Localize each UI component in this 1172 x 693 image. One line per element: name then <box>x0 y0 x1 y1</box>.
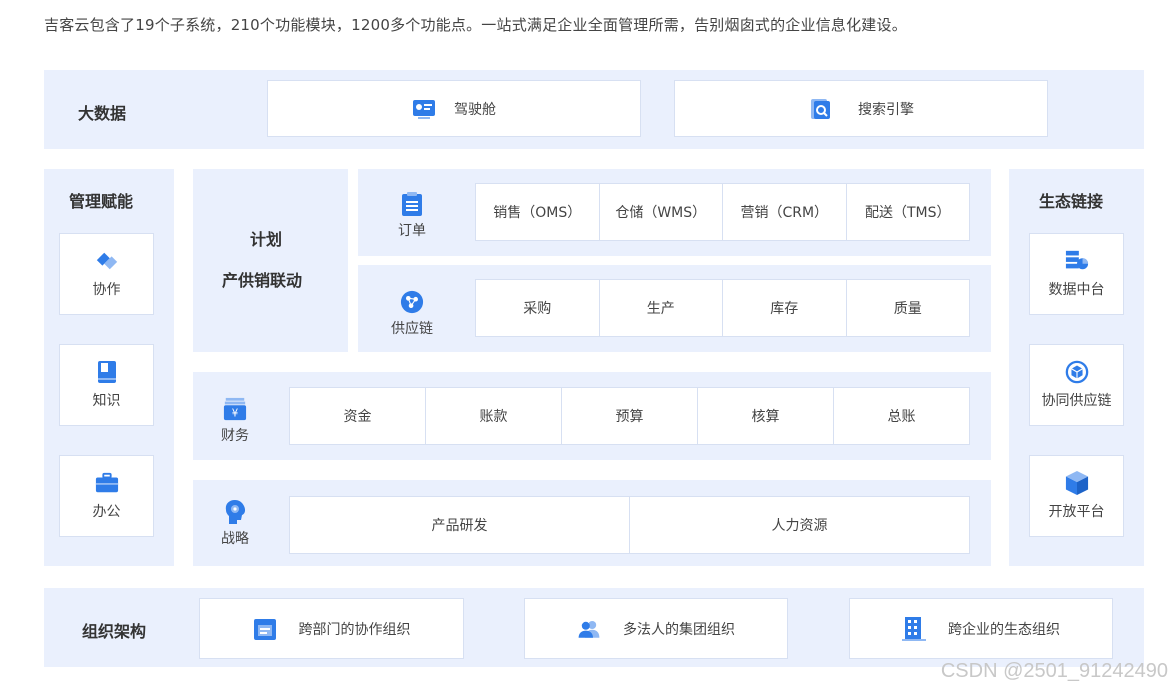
multi-entity-box[interactable]: 多法人的集团组织 <box>524 598 788 659</box>
office-item[interactable]: 办公 <box>59 455 154 537</box>
order-cells: 销售（OMS） 仓储（WMS） 营销（CRM） 配送（TMS） <box>475 183 970 241</box>
mgmt-title: 管理赋能 <box>69 192 134 211</box>
dashboard-icon <box>412 97 436 121</box>
cell-tms[interactable]: 配送（TMS） <box>847 184 970 240</box>
collaboration-icon <box>95 249 119 273</box>
users-icon <box>577 617 601 641</box>
cell-accounts[interactable]: 账款 <box>426 388 562 444</box>
finance-category: ¥ 财务 <box>215 397 255 445</box>
network-icon <box>400 290 424 314</box>
cell-budget[interactable]: 预算 <box>562 388 698 444</box>
big-data-title: 大数据 <box>78 104 127 123</box>
cosupply-label: 协同供应链 <box>1041 393 1112 409</box>
supply-category: 供应链 <box>387 290 437 338</box>
data-center-label: 数据中台 <box>1048 282 1105 298</box>
plan-panel <box>193 169 348 352</box>
cell-hr[interactable]: 人力资源 <box>630 497 969 553</box>
finance-label: 财务 <box>221 428 249 444</box>
search-engine-box[interactable]: 搜索引擎 <box>674 80 1048 137</box>
data-center-icon <box>1065 249 1089 273</box>
multi-entity-label: 多法人的集团组织 <box>623 621 735 638</box>
calendar-icon <box>253 617 277 641</box>
supply-cells: 采购 生产 库存 质量 <box>475 279 970 337</box>
strategy-label: 战略 <box>221 531 249 547</box>
cell-inventory[interactable]: 库存 <box>723 280 847 336</box>
cell-funds[interactable]: 资金 <box>290 388 426 444</box>
cross-enterprise-label: 跨企业的生态组织 <box>948 621 1060 638</box>
cross-enterprise-box[interactable]: 跨企业的生态组织 <box>849 598 1113 659</box>
book-icon <box>95 360 119 384</box>
cell-ledger[interactable]: 总账 <box>834 388 969 444</box>
intro-text: 吉客云包含了19个子系统，210个功能模块，1200多个功能点。一站式满足企业全… <box>44 16 907 34</box>
cell-crm[interactable]: 营销（CRM） <box>723 184 847 240</box>
cell-quality[interactable]: 质量 <box>847 280 970 336</box>
search-engine-label: 搜索引擎 <box>858 101 914 118</box>
eco-title: 生态链接 <box>1039 192 1104 211</box>
building-icon <box>902 616 926 641</box>
data-center-item[interactable]: 数据中台 <box>1029 233 1124 315</box>
clipboard-icon <box>400 192 424 216</box>
finance-cells: 资金 账款 预算 核算 总账 <box>289 387 970 445</box>
money-icon: ¥ <box>223 397 247 421</box>
supply-label: 供应链 <box>391 321 433 337</box>
search-engine-icon <box>808 97 832 121</box>
cell-oms[interactable]: 销售（OMS） <box>476 184 600 240</box>
order-label: 订单 <box>398 223 426 239</box>
cross-dept-label: 跨部门的协作组织 <box>298 621 411 638</box>
plan-line2: 产供销联动 <box>222 271 303 290</box>
svg-text:¥: ¥ <box>232 408 239 419</box>
cell-wms[interactable]: 仓储（WMS） <box>600 184 723 240</box>
plan-line1: 计划 <box>250 230 283 249</box>
dashboard-label: 驾驶舱 <box>454 101 496 118</box>
cosupply-item[interactable]: 协同供应链 <box>1029 344 1124 426</box>
strategy-cells: 产品研发 人力资源 <box>289 496 970 554</box>
briefcase-icon <box>95 471 119 495</box>
collaboration-label: 协作 <box>92 282 121 298</box>
open-platform-item[interactable]: 开放平台 <box>1029 455 1124 537</box>
open-platform-label: 开放平台 <box>1048 504 1105 520</box>
knowledge-item[interactable]: 知识 <box>59 344 154 426</box>
cell-rnd[interactable]: 产品研发 <box>290 497 630 553</box>
office-label: 办公 <box>92 504 121 520</box>
cube-ring-icon <box>1065 360 1089 384</box>
cell-accounting[interactable]: 核算 <box>698 388 834 444</box>
cube-icon <box>1065 471 1089 495</box>
watermark: CSDN @2501_91242490 <box>940 660 1168 682</box>
cell-production[interactable]: 生产 <box>600 280 723 336</box>
brain-icon <box>223 500 247 524</box>
collaboration-item[interactable]: 协作 <box>59 233 154 315</box>
dashboard-box[interactable]: 驾驶舱 <box>267 80 641 137</box>
knowledge-label: 知识 <box>92 393 121 409</box>
org-title: 组织架构 <box>82 622 147 641</box>
order-category: 订单 <box>392 192 432 240</box>
cell-purchase[interactable]: 采购 <box>476 280 600 336</box>
cross-dept-box[interactable]: 跨部门的协作组织 <box>199 598 464 659</box>
strategy-category: 战略 <box>215 500 255 548</box>
